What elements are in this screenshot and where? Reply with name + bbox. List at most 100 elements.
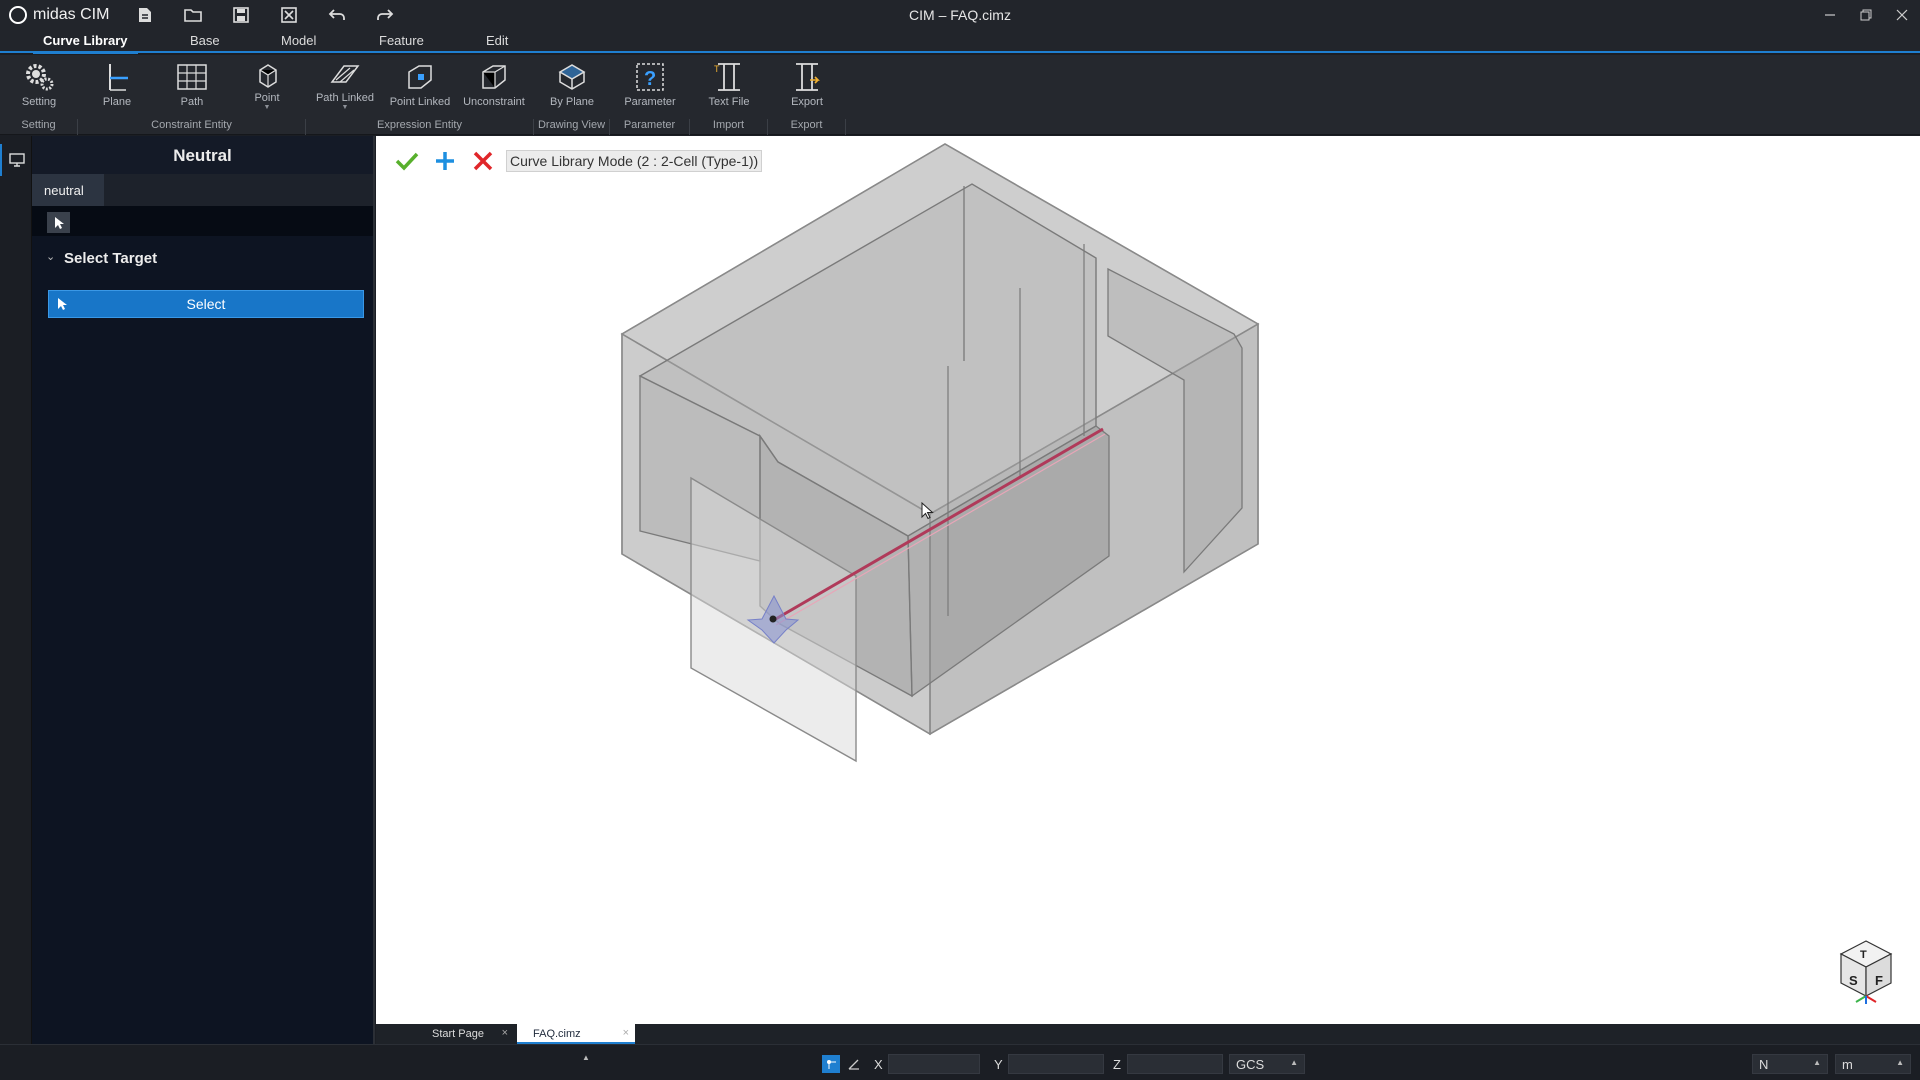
export-icon [796,63,820,91]
path-linked-button[interactable]: Path Linked ▼ [309,60,381,116]
angle-icon[interactable] [845,1055,863,1073]
select-button[interactable]: Select [48,290,364,318]
undo-icon[interactable] [326,4,348,26]
panel-collapse-icon[interactable]: ▲ [582,1053,590,1062]
coord-system-select[interactable]: GCS ▲ [1229,1054,1305,1074]
side-tab-strip [0,136,32,1044]
cursor-arrow-icon [58,298,67,310]
parameter-button[interactable]: ? Parameter [614,60,686,116]
select-button-label: Select [186,296,226,312]
close-icon[interactable] [1884,0,1920,29]
group-drawing-view: Drawing View [534,119,610,135]
tab-feature[interactable]: Feature [379,33,424,48]
length-unit-select[interactable]: m ▲ [1835,1054,1911,1074]
panel-tabs: neutral [32,174,373,206]
cancel-x-icon[interactable] [470,148,496,174]
point-linked-icon [408,65,432,89]
point-cube-icon [259,64,277,88]
group-expression-entity: Expression Entity [306,119,534,135]
svg-text:T: T [714,64,720,74]
viewport-toolbar [394,148,496,174]
mode-label: Curve Library Mode (2 : 2-Cell (Type-1)) [506,150,763,172]
path-grid-icon [177,64,207,90]
x-coordinate-input[interactable] [888,1054,980,1074]
minimize-icon[interactable] [1812,0,1848,29]
text-file-icon: T [714,63,740,91]
group-constraint-entity: Constraint Entity [78,119,306,135]
title-bar: midas CIM CIM – FAQ.cimz [0,0,1920,29]
new-file-icon[interactable] [134,4,156,26]
svg-text:T: T [1860,949,1867,961]
midas-logo-icon [9,5,27,24]
point-dropdown-caret[interactable]: ▼ [264,104,271,111]
panel-tab-neutral[interactable]: neutral [32,174,104,206]
text-file-button[interactable]: T Text File [693,60,765,116]
select-target-section[interactable]: ⌄ Select Target [32,240,373,276]
pointer-tool-button[interactable] [47,212,70,233]
svg-text:F: F [1875,973,1883,988]
path-linked-icon [330,65,360,83]
x-label: X [874,1057,883,1072]
status-bar: ▲ X Y Z GCS ▲ N ▲ m ▲ [0,1044,1920,1080]
side-tab-neutral[interactable] [0,144,32,176]
save-icon[interactable] [230,4,252,26]
app-name: midas CIM [33,5,110,23]
restore-icon[interactable] [1848,0,1884,29]
force-unit-select[interactable]: N ▲ [1752,1054,1828,1074]
close-tab-icon[interactable]: × [623,1027,629,1039]
tab-base[interactable]: Base [190,33,220,48]
confirm-check-icon[interactable] [394,148,420,174]
y-coordinate-input[interactable] [1008,1054,1104,1074]
doc-tab-start-page[interactable]: Start Page × [396,1024,514,1044]
z-coordinate-input[interactable] [1127,1054,1223,1074]
path-button[interactable]: Path [156,60,228,116]
doc-tab-faq[interactable]: FAQ.cimz × [517,1024,635,1044]
add-plus-icon[interactable] [432,148,458,174]
doc-tab-label: FAQ.cimz [533,1028,581,1040]
group-import: Import [690,119,768,135]
ribbon: Setting Plane Path Point ▼ Path Linked ▼… [0,55,1920,135]
group-parameter: Parameter [610,119,690,135]
tab-model[interactable]: Model [281,33,316,48]
neutral-panel: Neutral neutral ⌄ Select Target Select [32,136,375,1044]
snap-grid-icon[interactable] [822,1055,840,1073]
tab-curve-library[interactable]: Curve Library [33,33,138,54]
unconstraint-button[interactable]: Unconstraint [458,60,530,116]
parameter-icon: ? [636,63,664,91]
unconstraint-icon [482,65,506,89]
chevron-down-icon[interactable]: ⌄ [46,250,55,263]
plane-icon [109,64,128,91]
app-logo: midas CIM [0,5,130,25]
group-setting: Setting [0,119,78,135]
point-button[interactable]: Point ▼ [231,60,303,116]
group-export: Export [768,119,846,135]
redo-icon[interactable] [374,4,396,26]
panel-title: Neutral [32,136,373,174]
by-plane-icon [558,64,586,90]
cursor-arrow-icon [54,216,64,229]
setting-button[interactable]: Setting [3,60,75,116]
y-label: Y [994,1057,1003,1072]
monitor-icon [9,153,25,167]
plane-button[interactable]: Plane [81,60,153,116]
document-tabs: Start Page × FAQ.cimz × [376,1024,1920,1044]
tab-edit[interactable]: Edit [486,33,508,48]
svg-text:?: ? [644,68,656,90]
menu-tabs: Curve Library Base Model Feature Edit [0,29,1920,54]
path-linked-dropdown-caret[interactable]: ▼ [342,104,349,111]
model-viewport[interactable]: Curve Library Mode (2 : 2-Cell (Type-1))… [376,136,1920,1024]
close-tab-icon[interactable]: × [502,1027,508,1039]
close-file-icon[interactable] [278,4,300,26]
section-title: Select Target [64,250,158,267]
point-linked-button[interactable]: Point Linked [384,60,456,116]
panel-toolbar [32,206,373,236]
box-culvert-model[interactable] [376,136,1920,1024]
open-folder-icon[interactable] [182,4,204,26]
doc-tab-label: Start Page [432,1028,484,1040]
view-cube-icon[interactable]: T S F [1836,936,1896,1006]
export-button[interactable]: Export [771,60,843,116]
gear-icon [26,64,54,91]
z-label: Z [1113,1057,1121,1072]
svg-text:S: S [1849,973,1858,988]
by-plane-button[interactable]: By Plane [536,60,608,116]
